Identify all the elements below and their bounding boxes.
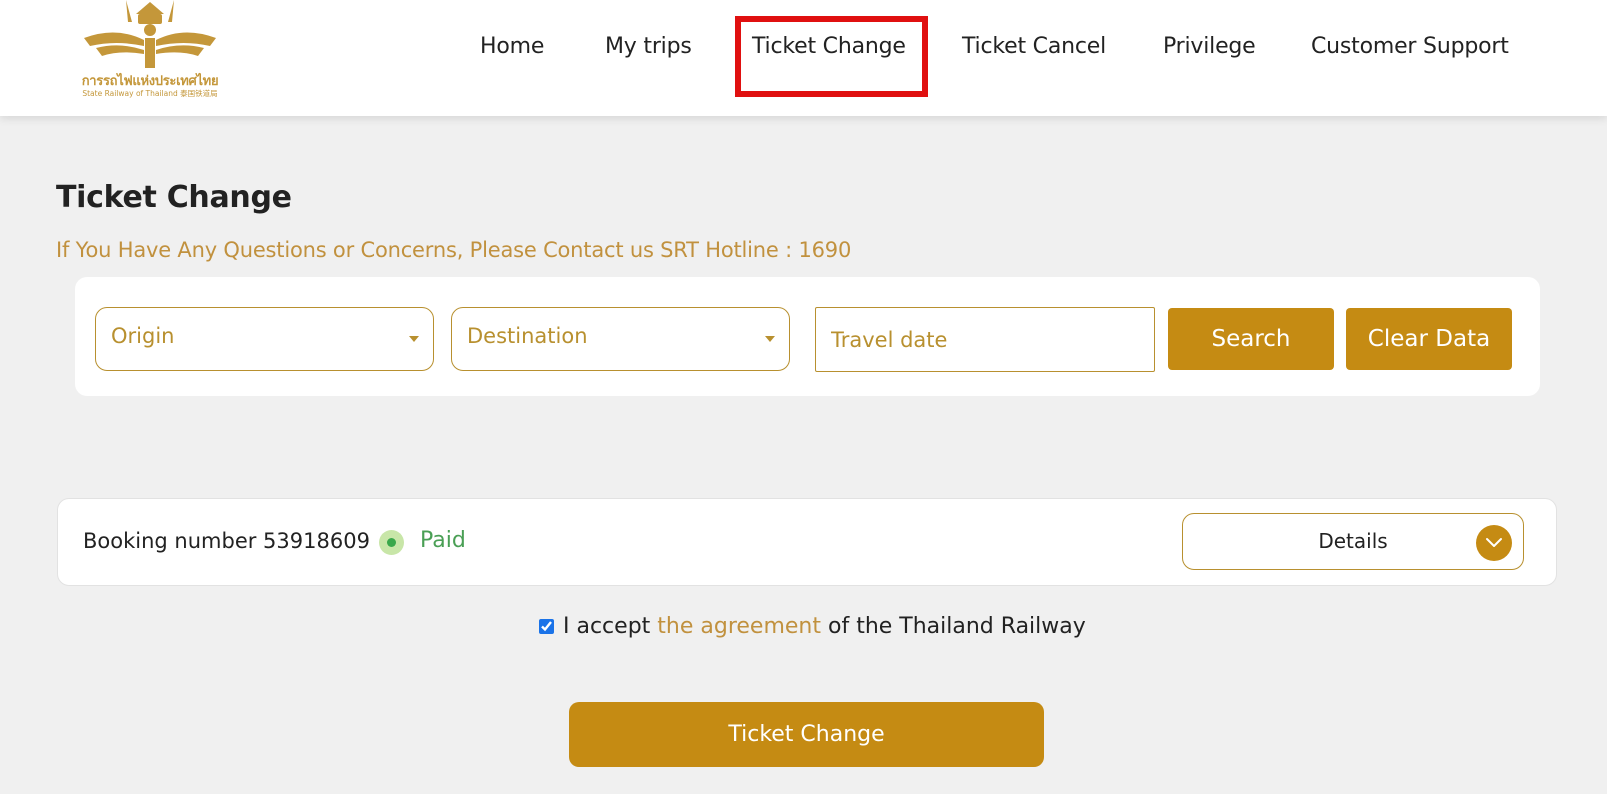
- status-badge: Paid: [420, 528, 466, 553]
- destination-select[interactable]: Destination: [451, 307, 790, 371]
- details-label: Details: [1318, 529, 1388, 553]
- nav-my-trips[interactable]: My trips: [605, 34, 692, 59]
- booking-number: Booking number 53918609: [83, 529, 370, 553]
- agreement-row: I accept the agreement of the Thailand R…: [539, 614, 1086, 639]
- agreement-suffix: of the Thailand Railway: [828, 614, 1086, 639]
- clear-data-button[interactable]: Clear Data: [1346, 308, 1512, 370]
- chevron-down-icon: [1476, 525, 1512, 561]
- travel-date-input[interactable]: [815, 307, 1155, 372]
- agreement-checkbox[interactable]: [539, 619, 554, 634]
- booking-row: Booking number 53918609 Paid Details: [57, 498, 1557, 586]
- nav-privilege[interactable]: Privilege: [1163, 34, 1256, 59]
- origin-select[interactable]: Origin: [95, 307, 434, 371]
- active-nav-highlight-box: [735, 16, 928, 97]
- page-title: Ticket Change: [56, 180, 292, 215]
- origin-placeholder: Origin: [111, 324, 175, 348]
- details-toggle-button[interactable]: Details: [1182, 513, 1524, 570]
- winged-emblem-icon: [84, 0, 216, 68]
- destination-placeholder: Destination: [467, 324, 588, 348]
- nav-customer-support[interactable]: Customer Support: [1311, 34, 1509, 59]
- status-dot-icon: [379, 530, 404, 555]
- srt-logo[interactable]: การรถไฟแห่งประเทศไทย State Railway of Th…: [76, 0, 224, 104]
- logo-english-text: State Railway of Thailand 泰国铁道局: [82, 89, 218, 98]
- nav-home[interactable]: Home: [480, 34, 544, 59]
- agreement-prefix: I accept: [563, 614, 651, 639]
- search-button[interactable]: Search: [1168, 308, 1334, 370]
- nav-ticket-cancel[interactable]: Ticket Cancel: [962, 34, 1106, 59]
- caret-down-icon: [765, 336, 775, 342]
- hotline-notice: If You Have Any Questions or Concerns, P…: [56, 238, 852, 262]
- agreement-link[interactable]: the agreement: [657, 614, 821, 639]
- search-panel: Origin Destination Search Clear Data: [75, 277, 1540, 396]
- ticket-change-submit-button[interactable]: Ticket Change: [569, 702, 1044, 767]
- caret-down-icon: [409, 336, 419, 342]
- site-header: การรถไฟแห่งประเทศไทย State Railway of Th…: [0, 0, 1607, 116]
